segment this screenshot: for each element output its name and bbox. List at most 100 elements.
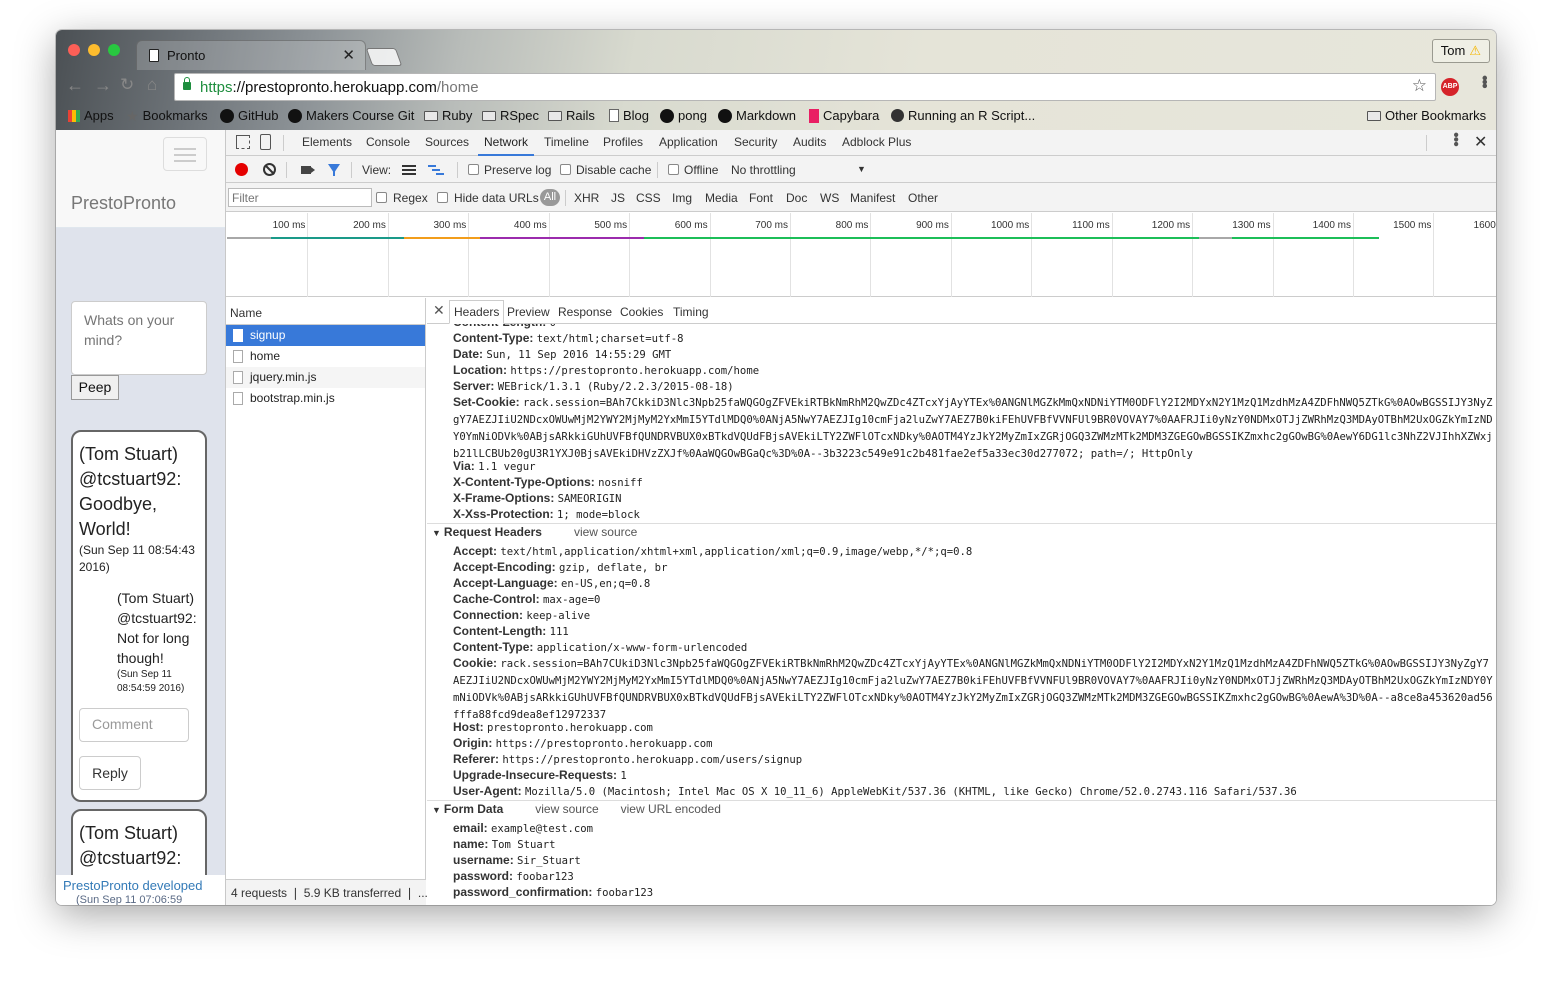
header-value[interactable]: application/x-www-form-urlencoded: [537, 642, 747, 654]
request-row[interactable]: home: [226, 346, 425, 367]
header-value[interactable]: keep-alive: [526, 610, 590, 622]
bookmark-star-icon[interactable]: ☆: [1412, 76, 1427, 96]
header-value[interactable]: SAMEORIGIN: [558, 493, 622, 505]
header-value[interactable]: Sir_Stuart: [517, 855, 581, 867]
header-value[interactable]: rack.session=BAh7CkkiD3Nlc3Npb25faWQGOgZ…: [453, 397, 1493, 460]
site-brand[interactable]: PrestoPronto: [71, 193, 176, 214]
view-source-link[interactable]: view source: [535, 802, 598, 816]
bookmark-bookmarks[interactable]: ★ Bookmarks: [126, 108, 208, 123]
section-header[interactable]: ▼ Request Headers view source: [432, 525, 637, 539]
throttling-select[interactable]: No throttling: [731, 163, 796, 177]
bookmark-rspec[interactable]: RSpec: [482, 108, 539, 123]
peep-button[interactable]: Peep: [71, 375, 119, 400]
back-icon[interactable]: ←: [66, 75, 84, 96]
reload-icon[interactable]: ↻: [120, 75, 134, 95]
tab-adblock-plus[interactable]: Adblock Plus: [842, 135, 911, 149]
disable-cache-checkbox[interactable]: [560, 164, 571, 175]
home-icon[interactable]: ⌂: [147, 75, 157, 95]
reply-button[interactable]: Reply: [79, 756, 141, 790]
bookmark-capybara[interactable]: Capybara: [809, 108, 879, 123]
bookmark-apps[interactable]: Apps: [68, 108, 114, 123]
filter-input[interactable]: [228, 188, 372, 207]
comment-input[interactable]: Comment: [79, 708, 189, 742]
header-value[interactable]: Sun, 11 Sep 2016 14:55:29 GMT: [486, 349, 671, 361]
forward-icon[interactable]: →: [94, 75, 112, 96]
clear-icon[interactable]: [263, 163, 276, 176]
tab-preview[interactable]: Preview: [507, 305, 550, 319]
bookmark-ruby[interactable]: Ruby: [424, 108, 472, 123]
devtools-close-icon[interactable]: ✕: [1474, 132, 1487, 152]
header-value[interactable]: gzip, deflate, br: [559, 562, 667, 574]
tab-profiles[interactable]: Profiles: [603, 135, 643, 149]
header-value[interactable]: max-age=0: [543, 594, 600, 606]
bookmark-blog[interactable]: Blog: [609, 108, 649, 123]
profile-button[interactable]: Tom ⚠: [1431, 39, 1490, 63]
view-source-link[interactable]: view URL encoded: [621, 802, 721, 816]
header-value[interactable]: rack.session=BAh7CUkiD3Nlc3Npb25faWQGOgZ…: [453, 658, 1493, 721]
header-value[interactable]: foobar123: [516, 871, 573, 883]
filter-icon[interactable]: [328, 164, 340, 176]
filter-media[interactable]: Media: [705, 191, 738, 205]
tab-console[interactable]: Console: [366, 135, 410, 149]
record-icon[interactable]: [235, 163, 248, 176]
header-value[interactable]: Tom Stuart: [492, 839, 556, 851]
filter-css[interactable]: CSS: [636, 191, 661, 205]
request-row[interactable]: bootstrap.min.js: [226, 388, 425, 409]
device-toolbar-icon[interactable]: [260, 134, 271, 150]
tab-application[interactable]: Application: [659, 135, 718, 149]
section-header[interactable]: ▼ Form Data view source view URL encoded: [432, 802, 721, 816]
bookmark-r-script[interactable]: Running an R Script...: [891, 108, 1035, 123]
tab-timeline[interactable]: Timeline: [544, 135, 589, 149]
filter-img[interactable]: Img: [672, 191, 692, 205]
hide-data-urls-checkbox[interactable]: [437, 192, 448, 203]
browser-menu-icon[interactable]: •••: [1474, 75, 1494, 87]
navbar-toggle-button[interactable]: [163, 137, 207, 171]
header-value[interactable]: WEBrick/1.3.1 (Ruby/2.2.3/2015-08-18): [498, 381, 734, 393]
bookmark-github[interactable]: GitHub: [220, 108, 278, 123]
header-value[interactable]: en-US,en;q=0.8: [561, 578, 650, 590]
inspect-element-icon[interactable]: [236, 135, 250, 149]
tab-headers[interactable]: Headers: [449, 300, 505, 324]
header-value[interactable]: prestopronto.herokuapp.com: [487, 722, 653, 734]
collapse-triangle-icon[interactable]: ▼: [432, 528, 441, 538]
header-value[interactable]: text/html,application/xhtml+xml,applicat…: [500, 546, 972, 558]
bookmark-pong[interactable]: pong: [660, 108, 707, 123]
tab-audits[interactable]: Audits: [793, 135, 826, 149]
header-value[interactable]: 111: [550, 626, 569, 638]
other-bookmarks[interactable]: Other Bookmarks: [1367, 108, 1486, 123]
capture-screenshots-icon[interactable]: [301, 166, 315, 174]
tab-close-icon[interactable]: ✕: [342, 46, 355, 64]
filter-manifest[interactable]: Manifest: [850, 191, 895, 205]
tab-timing[interactable]: Timing: [673, 305, 709, 319]
close-detail-icon[interactable]: ✕: [433, 302, 445, 319]
adblock-plus-icon[interactable]: ABP: [1441, 78, 1459, 96]
address-bar[interactable]: https://prestopronto.herokuapp.com/home …: [174, 73, 1436, 101]
tab-network[interactable]: Network: [477, 135, 535, 156]
maximize-window-button[interactable]: [108, 44, 120, 56]
peep-textarea[interactable]: [71, 301, 207, 375]
header-value[interactable]: nosniff: [598, 477, 643, 489]
header-value[interactable]: example@test.com: [491, 823, 593, 835]
overview-icon[interactable]: [428, 165, 444, 175]
bookmark-rails[interactable]: Rails: [548, 108, 595, 123]
header-value[interactable]: 0: [550, 324, 556, 329]
filter-xhr[interactable]: XHR: [574, 191, 599, 205]
close-window-button[interactable]: [68, 44, 80, 56]
offline-checkbox[interactable]: [668, 164, 679, 175]
filter-doc[interactable]: Doc: [786, 191, 807, 205]
bookmark-markdown[interactable]: Markdown: [718, 108, 796, 123]
minimize-window-button[interactable]: [88, 44, 100, 56]
tab-elements[interactable]: Elements: [302, 135, 352, 149]
header-value[interactable]: text/html;charset=utf-8: [537, 333, 684, 345]
network-overview[interactable]: 100 ms 200 ms 300 ms 400 ms 500 ms 600 ms 700 …: [226, 213, 1496, 297]
regex-checkbox[interactable]: [376, 192, 387, 203]
new-tab-button[interactable]: [365, 48, 403, 66]
request-row[interactable]: signup: [226, 325, 425, 346]
header-value[interactable]: Mozilla/5.0 (Macintosh; Intel Mac OS X 1…: [525, 786, 1297, 798]
view-source-link[interactable]: view source: [574, 525, 637, 539]
filter-js[interactable]: JS: [611, 191, 625, 205]
header-value[interactable]: https://prestopronto.herokuapp.com/home: [510, 365, 759, 377]
preserve-log-checkbox[interactable]: [468, 164, 479, 175]
request-row[interactable]: jquery.min.js: [226, 367, 425, 388]
tab-security[interactable]: Security: [734, 135, 777, 149]
